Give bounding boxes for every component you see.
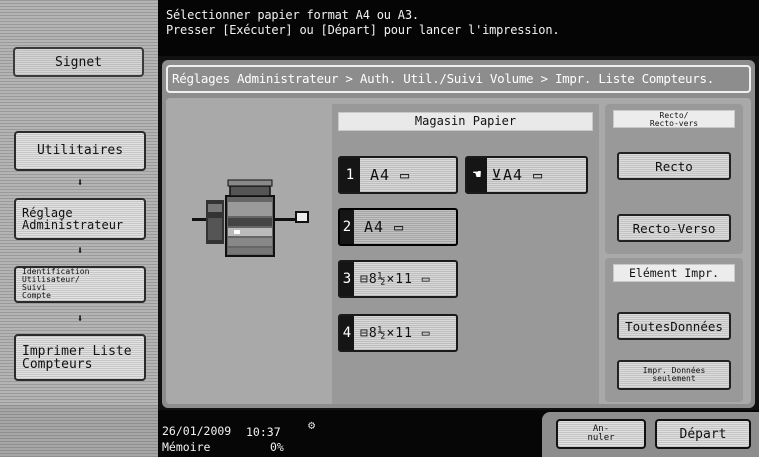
tray-label: A4 ▭ [364, 218, 405, 236]
magasin-papier-panel: Magasin Papier 1 A4 ▭ ☚ ⊻A4 ▭ 2 A4 ▭ 3 ⊟… [332, 104, 599, 404]
tray-number: 3 [340, 262, 354, 296]
identification-button[interactable]: Identification Utilisateur/ Suivi Compte [14, 266, 146, 303]
tray-4-button[interactable]: 4 ⊟8½×11 ▭ [338, 314, 458, 352]
options-column: Recto/ Recto-vers Recto Recto-Verso Elém… [605, 104, 743, 402]
tray-label: A4 ▭ [370, 166, 411, 184]
left-footer [0, 405, 158, 457]
magasin-papier-title: Magasin Papier [338, 112, 593, 131]
tray-number: 2 [340, 210, 354, 244]
toutes-donnees-button[interactable]: ToutesDonnées [617, 312, 731, 340]
recto-button[interactable]: Recto [617, 152, 731, 180]
tray-label: ⊟8½×11 ▭ [360, 325, 431, 341]
tray-3-button[interactable]: 3 ⊟8½×11 ▭ [338, 260, 458, 298]
recto-verso-header: Recto/ Recto-vers [613, 110, 735, 128]
message-line-1: Sélectionner papier format A4 ou A3. [166, 8, 419, 22]
tray-label: ⊻A4 ▭ [491, 166, 544, 184]
memory-label: Mémoire [162, 440, 211, 454]
tray-bypass-button[interactable]: ☚ ⊻A4 ▭ [465, 156, 588, 194]
depart-button[interactable]: Départ [655, 419, 751, 449]
element-impr-panel: Elément Impr. ToutesDonnées Impr. Donnée… [605, 258, 743, 402]
recto-verso-button[interactable]: Recto-Verso [617, 214, 731, 242]
memory-value: 0% [270, 440, 284, 454]
status-bar: 26/01/2009 10:37 ⚙ Mémoire 0% An- nuler … [158, 410, 759, 457]
breadcrumb: Réglages Administrateur > Auth. Util./Su… [166, 65, 751, 93]
tray-number: 4 [340, 316, 354, 350]
signet-button[interactable]: Signet [13, 47, 144, 77]
hand-icon: ☚ [467, 158, 487, 192]
gear-icon: ⚙ [308, 418, 316, 432]
down-arrow-icon: ⬇ [76, 176, 84, 189]
main-panel: Réglages Administrateur > Auth. Util./Su… [158, 56, 759, 410]
recto-verso-panel: Recto/ Recto-vers Recto Recto-Verso [605, 104, 743, 254]
time-display: 10:37 [246, 425, 281, 439]
message-line-2: Presser [Exécuter] ou [Départ] pour lanc… [166, 23, 560, 37]
printer-machine-icon [192, 179, 309, 257]
impr-donnees-seulement-button[interactable]: Impr. Données seulement [617, 360, 731, 390]
message-bar: Sélectionner papier format A4 ou A3. Pre… [158, 0, 759, 56]
tray-1-button[interactable]: 1 A4 ▭ [338, 156, 458, 194]
tray-2-button[interactable]: 2 A4 ▭ [338, 208, 458, 246]
down-arrow-icon: ⬇ [76, 244, 84, 257]
left-navigation: Signet Utilitaires ⬇ Réglage Administrat… [0, 0, 158, 457]
panel-inner: Réglages Administrateur > Auth. Util./Su… [162, 60, 755, 408]
annuler-button[interactable]: An- nuler [556, 419, 646, 449]
tray-number: 1 [340, 158, 360, 192]
action-button-area: An- nuler Départ [542, 412, 759, 457]
content-area: Magasin Papier 1 A4 ▭ ☚ ⊻A4 ▭ 2 A4 ▭ 3 ⊟… [166, 98, 751, 404]
imprimer-liste-compteurs-button[interactable]: Imprimer Liste Compteurs [14, 334, 146, 381]
element-impr-header: Elément Impr. [613, 264, 735, 282]
utilitaires-button[interactable]: Utilitaires [14, 131, 146, 171]
tray-label: ⊟8½×11 ▭ [360, 271, 431, 287]
date-display: 26/01/2009 [162, 424, 232, 438]
reglage-administrateur-button[interactable]: Réglage Administrateur [14, 198, 146, 240]
down-arrow-icon: ⬇ [76, 312, 84, 325]
